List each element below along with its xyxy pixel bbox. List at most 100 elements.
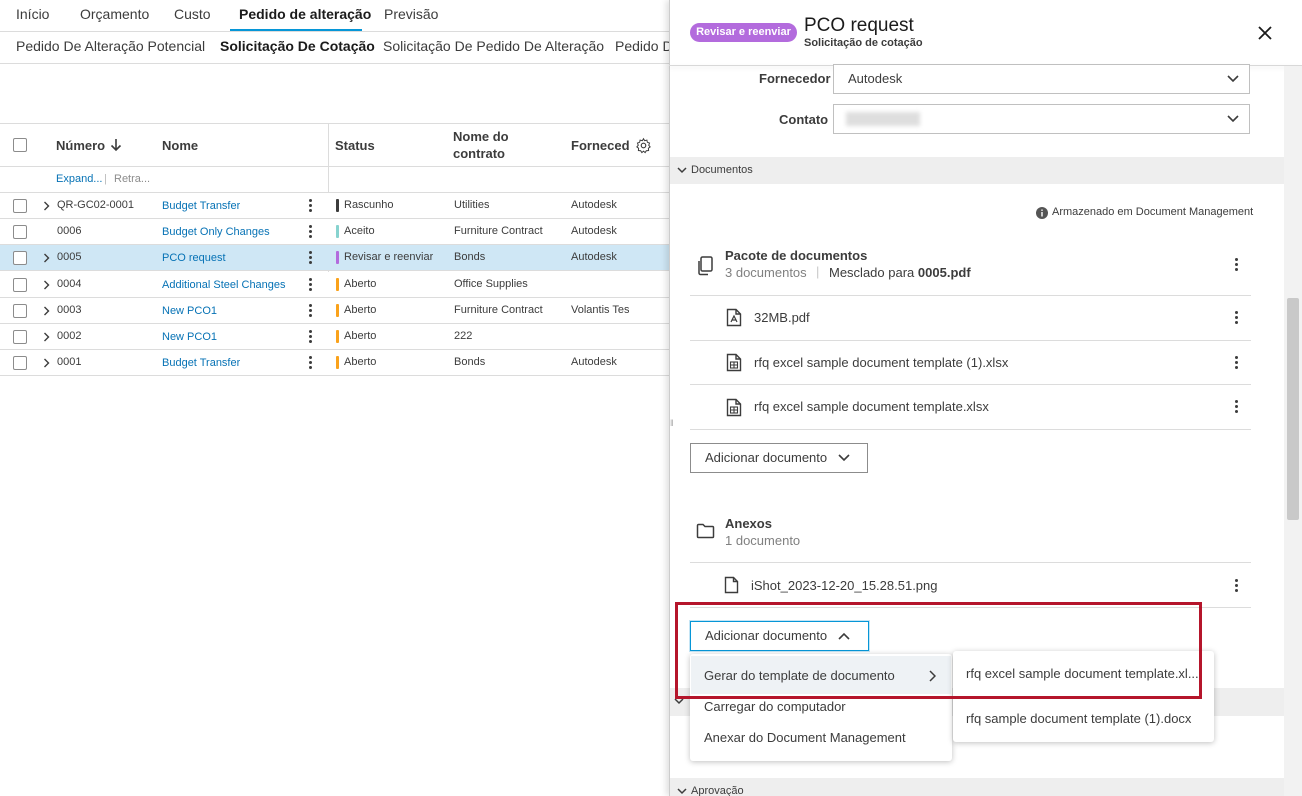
row-supplier: Volantis Tes bbox=[571, 304, 629, 316]
row-more-icon[interactable] bbox=[309, 199, 313, 214]
blurred-contact-value bbox=[846, 112, 920, 126]
submenu-item-template[interactable]: rfq sample document template (1).docx bbox=[966, 711, 1191, 726]
gear-icon[interactable] bbox=[635, 137, 652, 154]
divider bbox=[0, 63, 669, 64]
row-contract: 222 bbox=[454, 330, 473, 342]
row-checkbox[interactable] bbox=[13, 199, 27, 213]
file-name[interactable]: 32MB.pdf bbox=[754, 310, 810, 325]
row-number: 0003 bbox=[57, 304, 82, 316]
table-row[interactable] bbox=[0, 272, 669, 297]
row-checkbox[interactable] bbox=[13, 225, 27, 239]
tab-previsao[interactable]: Previsão bbox=[384, 6, 438, 22]
row-more-icon[interactable] bbox=[309, 225, 313, 240]
row-name-link[interactable]: New PCO1 bbox=[162, 331, 217, 343]
header-fornecedor[interactable]: Fornecedo bbox=[571, 137, 629, 154]
add-document-label: Adicionar documento bbox=[705, 450, 828, 465]
chevron-right-icon[interactable] bbox=[43, 280, 50, 290]
panel-subtitle: Solicitação de cotação bbox=[804, 37, 923, 49]
supplier-select[interactable]: Autodesk bbox=[833, 64, 1250, 94]
supplier-label: Fornecedor bbox=[759, 71, 831, 86]
row-name-link[interactable]: Budget Transfer bbox=[162, 357, 240, 369]
tab-inicio[interactable]: Início bbox=[16, 6, 49, 22]
row-status: Rascunho bbox=[344, 199, 394, 211]
row-checkbox[interactable] bbox=[13, 251, 27, 265]
row-number: QR-GC02-0001 bbox=[57, 199, 135, 211]
chevron-right-icon[interactable] bbox=[43, 358, 50, 368]
resize-handle[interactable]: ‖ bbox=[670, 418, 674, 428]
tab-pedido-de-alteracao[interactable]: Pedido de alteração bbox=[239, 6, 371, 22]
subtab-pco[interactable]: Pedido De Alteração Potencial bbox=[16, 38, 205, 54]
menu-item-attach-from-dm[interactable]: Anexar do Document Management bbox=[704, 730, 906, 745]
chevron-down-icon[interactable] bbox=[1227, 75, 1239, 83]
chevron-right-icon[interactable] bbox=[43, 332, 50, 342]
table-row[interactable] bbox=[0, 219, 669, 244]
row-number: 0001 bbox=[57, 356, 82, 368]
row-contract: Bonds bbox=[454, 356, 486, 368]
package-title: Pacote de documentos bbox=[725, 248, 868, 263]
table-row[interactable] bbox=[0, 324, 669, 349]
row-checkbox[interactable] bbox=[13, 356, 27, 370]
row-contract: Utilities bbox=[454, 199, 490, 211]
row-checkbox[interactable] bbox=[13, 304, 27, 318]
row-checkbox[interactable] bbox=[13, 330, 27, 344]
file-more-icon[interactable] bbox=[1235, 311, 1239, 326]
select-all-checkbox[interactable] bbox=[13, 138, 27, 152]
chevron-right-icon[interactable] bbox=[43, 201, 50, 211]
merged-file[interactable]: 0005.pdf bbox=[918, 265, 971, 280]
tab-custo[interactable]: Custo bbox=[174, 6, 211, 22]
file-name[interactable]: rfq excel sample document template.xlsx bbox=[754, 399, 989, 414]
chevron-down-icon[interactable] bbox=[677, 167, 687, 174]
menu-item-upload-from-computer[interactable]: Carregar do computador bbox=[704, 699, 846, 714]
approval-section-header[interactable] bbox=[670, 778, 1284, 796]
row-status: Aberto bbox=[344, 304, 377, 316]
row-more-icon[interactable] bbox=[309, 278, 313, 293]
chevron-down-icon[interactable] bbox=[677, 788, 687, 795]
attachment-more-icon[interactable] bbox=[1235, 579, 1239, 594]
file-more-icon[interactable] bbox=[1235, 356, 1239, 371]
file-more-icon[interactable] bbox=[1235, 400, 1239, 415]
table-row[interactable] bbox=[0, 350, 669, 375]
row-name-link[interactable]: PCO request bbox=[162, 252, 226, 264]
row-name-link[interactable]: Budget Only Changes bbox=[162, 226, 270, 238]
collapse-all-link[interactable]: Retra... bbox=[114, 173, 150, 185]
row-status: Aberto bbox=[344, 356, 377, 368]
chevron-right-icon[interactable] bbox=[43, 306, 50, 316]
subtab-cor[interactable]: Solicitação De Pedido De Alteração bbox=[383, 38, 604, 54]
attachment-file-name[interactable]: iShot_2023-12-20_15.28.51.png bbox=[751, 578, 938, 593]
supplier-value: Autodesk bbox=[848, 71, 903, 86]
row-more-icon[interactable] bbox=[309, 304, 313, 319]
package-more-icon[interactable] bbox=[1235, 258, 1239, 273]
file-name[interactable]: rfq excel sample document template (1).x… bbox=[754, 355, 1008, 370]
row-more-icon[interactable] bbox=[309, 251, 313, 266]
header-nome[interactable]: Nome bbox=[162, 137, 198, 154]
chevron-right-icon[interactable] bbox=[43, 253, 50, 263]
row-name-link[interactable]: New PCO1 bbox=[162, 305, 217, 317]
row-supplier: Autodesk bbox=[571, 225, 617, 237]
table-row[interactable] bbox=[0, 245, 669, 270]
row-more-icon[interactable] bbox=[309, 356, 313, 371]
package-count: 3 documentos bbox=[725, 265, 807, 280]
header-contrato[interactable]: Nome do contrato bbox=[453, 128, 543, 162]
close-icon[interactable] bbox=[1258, 26, 1272, 40]
documents-section-header[interactable] bbox=[670, 157, 1284, 184]
info-icon bbox=[1036, 207, 1048, 219]
status-color-bar bbox=[336, 330, 339, 343]
header-status[interactable]: Status bbox=[335, 137, 375, 154]
tab-orcamento[interactable]: Orçamento bbox=[80, 6, 149, 22]
row-name-link[interactable]: Budget Transfer bbox=[162, 200, 240, 212]
sort-down-icon[interactable] bbox=[110, 138, 122, 152]
header-numero[interactable]: Número bbox=[56, 137, 105, 154]
subtab-rfq[interactable]: Solicitação De Cotação bbox=[220, 38, 375, 54]
row-checkbox[interactable] bbox=[13, 278, 27, 292]
chevron-down-icon[interactable] bbox=[674, 698, 684, 705]
row-supplier: Autodesk bbox=[571, 356, 617, 368]
status-pill: Revisar e reenviar bbox=[690, 23, 797, 42]
table-row[interactable] bbox=[0, 298, 669, 323]
chevron-down-icon bbox=[838, 454, 850, 462]
scrollbar-thumb[interactable] bbox=[1287, 298, 1299, 520]
row-name-link[interactable]: Additional Steel Changes bbox=[162, 279, 286, 291]
row-more-icon[interactable] bbox=[309, 330, 313, 345]
folder-icon bbox=[696, 523, 715, 539]
chevron-down-icon[interactable] bbox=[1227, 115, 1239, 123]
expand-all-link[interactable]: Expand... bbox=[56, 173, 102, 185]
